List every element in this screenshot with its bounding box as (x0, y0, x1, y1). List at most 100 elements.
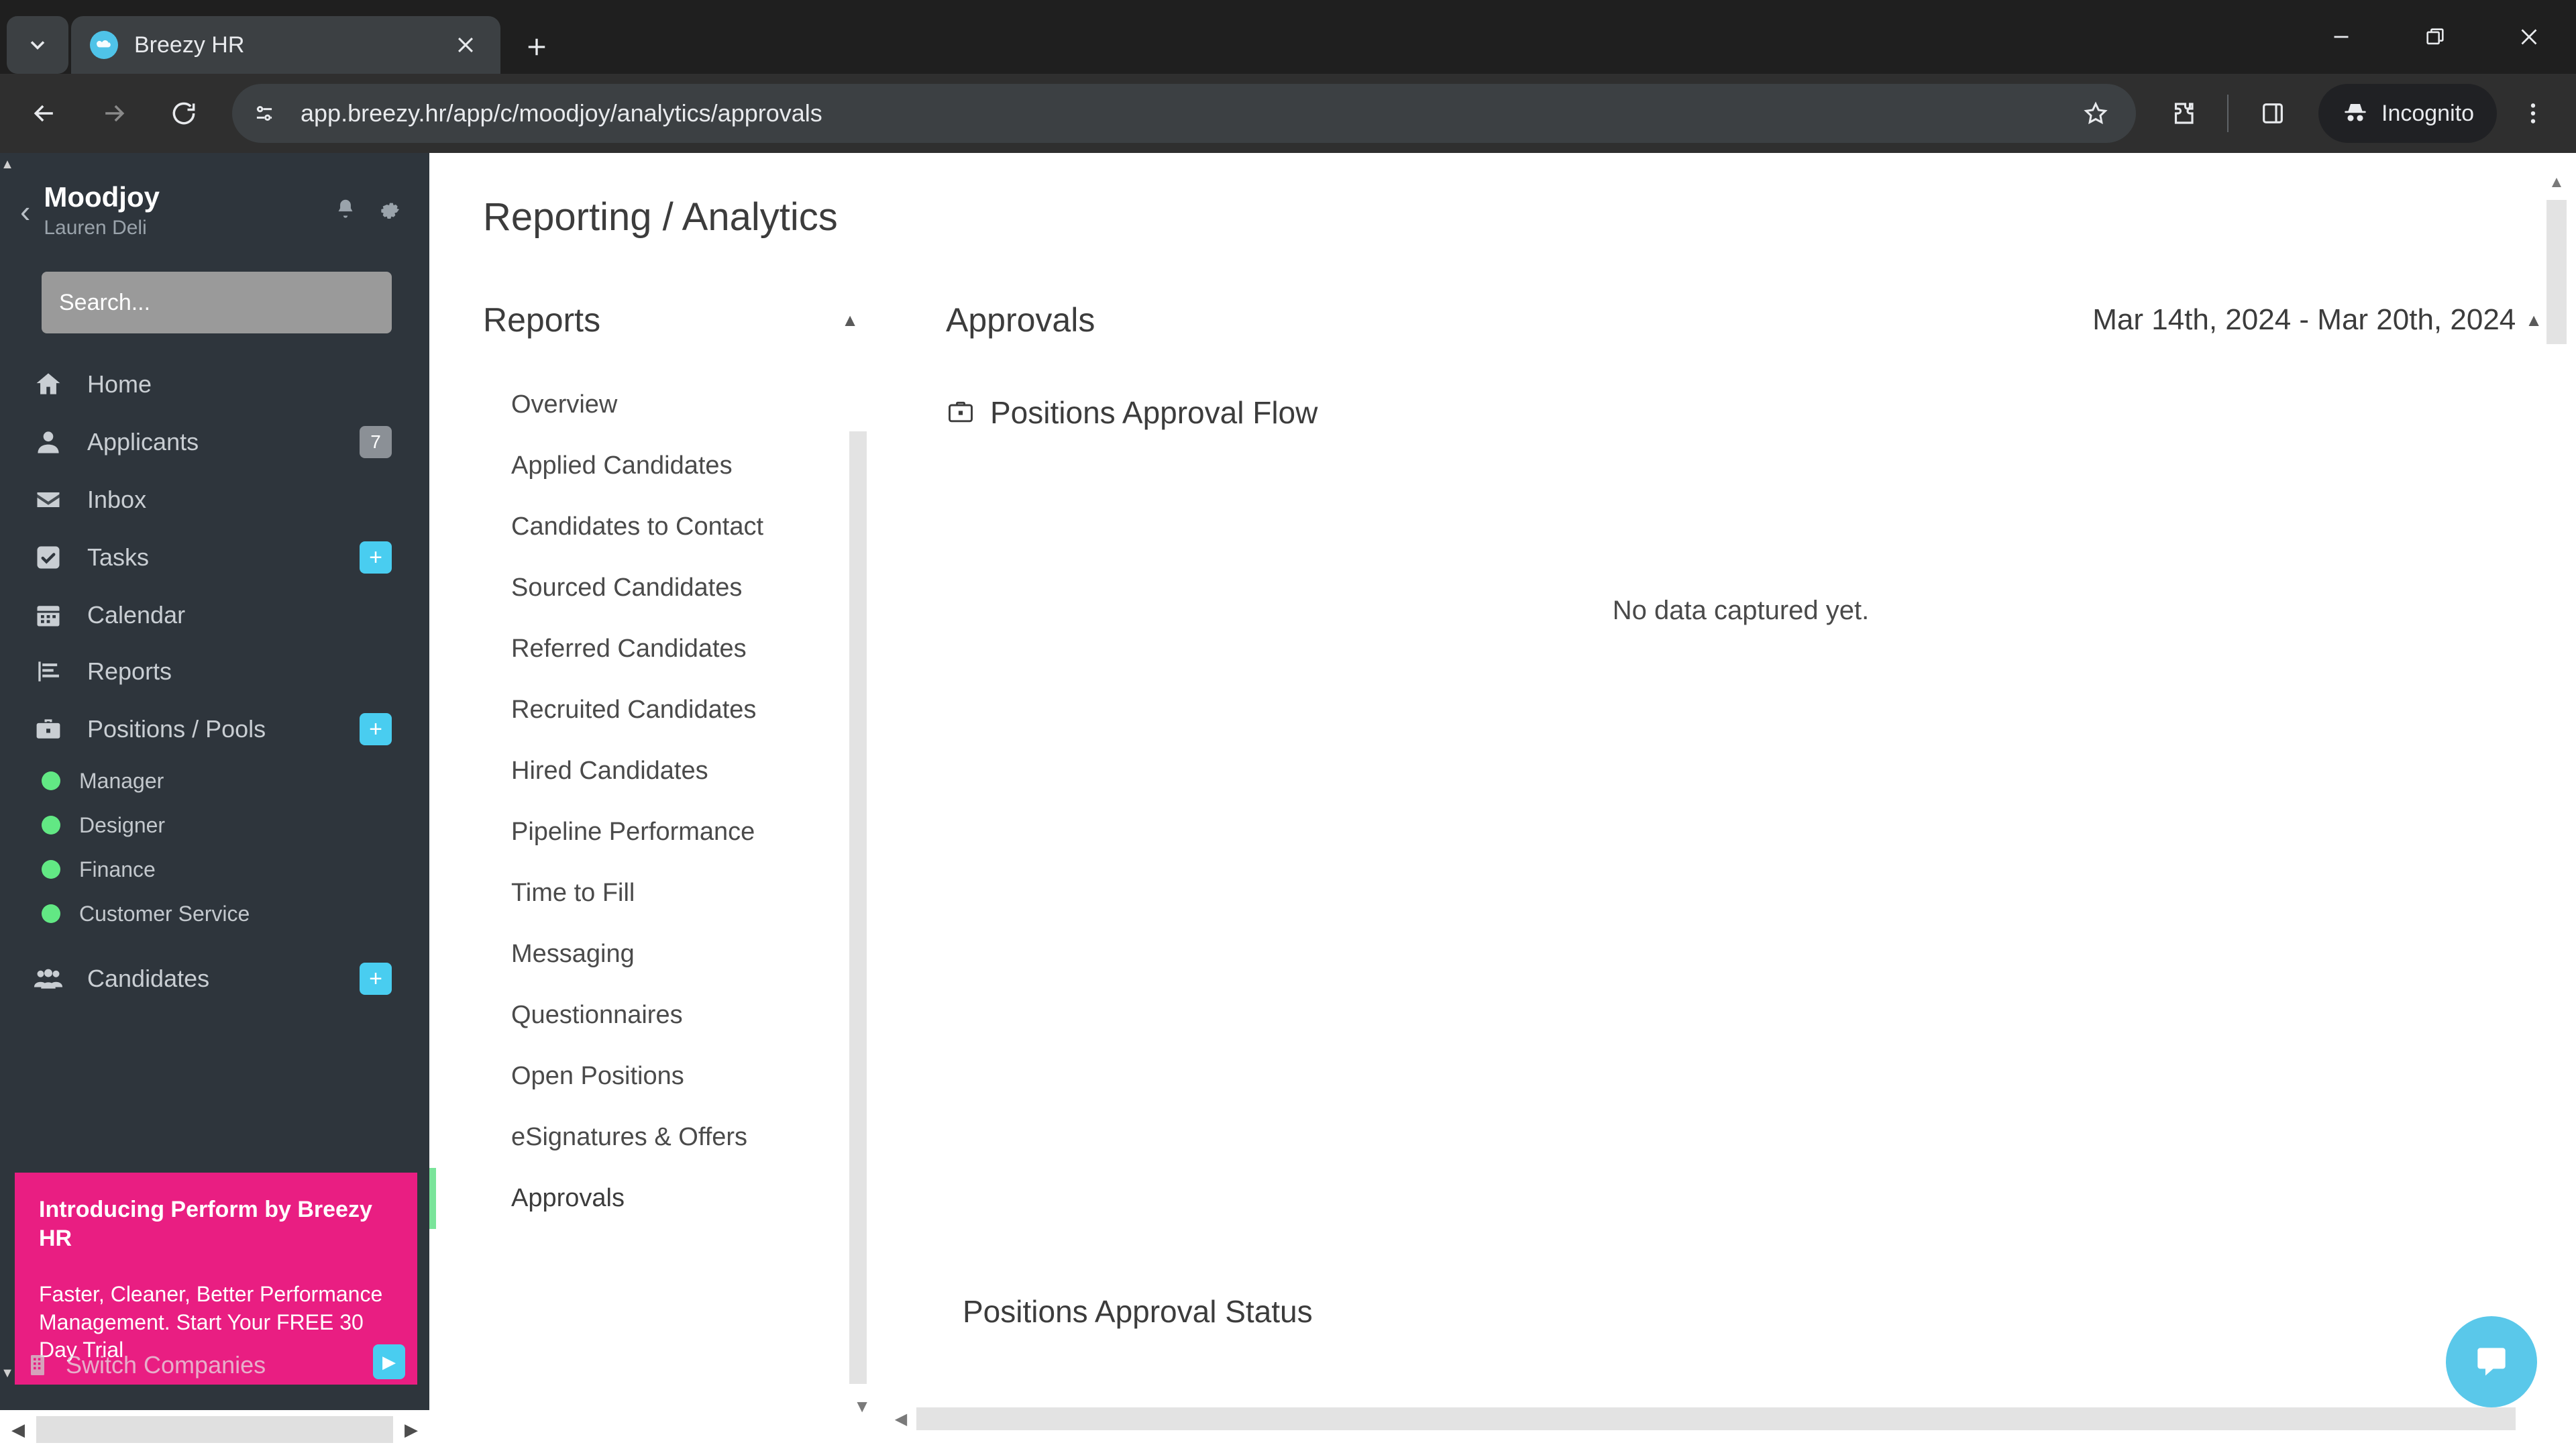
tune-icon[interactable] (240, 89, 288, 138)
sidebar-item-positions-pools[interactable]: Positions / Pools + (0, 700, 429, 759)
company-block[interactable]: Moodjoy Lauren Deli (44, 181, 319, 241)
page-title: Reporting / Analytics (483, 195, 838, 239)
sidebar-item-label: Home (87, 370, 152, 398)
bell-icon[interactable] (333, 197, 358, 225)
star-icon[interactable] (2072, 89, 2120, 138)
browser-menu-button[interactable] (2502, 83, 2564, 144)
position-label: Designer (79, 812, 166, 837)
caret-left-icon[interactable]: ◀ (885, 1409, 916, 1429)
report-item-messaging[interactable]: Messaging (429, 924, 885, 985)
scrollbar-thumb[interactable] (916, 1407, 2516, 1430)
caret-left-icon[interactable]: ◀ (0, 1419, 36, 1440)
promo-banner[interactable]: Introducing Perform by Breezy HR Faster,… (15, 1173, 417, 1385)
new-tab-button[interactable] (510, 20, 564, 74)
reports-scrollbar-thumb[interactable] (849, 431, 867, 1384)
search-input[interactable]: Search... (42, 272, 392, 334)
window-controls (2294, 0, 2576, 74)
status-dot-icon (42, 904, 60, 924)
position-label: Finance (79, 857, 156, 881)
minimize-button[interactable] (2294, 0, 2388, 74)
caret-right-icon[interactable]: ▶ (393, 1419, 429, 1440)
sidebar-item-applicants[interactable]: Applicants 7 (0, 413, 429, 472)
caret-up-icon[interactable]: ▲ (2525, 310, 2542, 331)
caret-up-icon[interactable]: ▲ (0, 153, 15, 176)
add-position-button[interactable]: + (360, 713, 392, 746)
gear-icon[interactable] (376, 196, 402, 226)
sidebar-item-label: Inbox (87, 486, 147, 514)
report-item-hired-candidates[interactable]: Hired Candidates (429, 741, 885, 802)
home-icon (31, 370, 66, 399)
report-item-pipeline-performance[interactable]: Pipeline Performance (429, 802, 885, 863)
switch-companies-arrow-button[interactable]: ▶ (373, 1344, 405, 1379)
sidebar-item-inbox[interactable]: Inbox (0, 472, 429, 528)
main-horizontal-scrollbar[interactable]: ◀ (885, 1403, 2516, 1434)
address-bar[interactable]: app.breezy.hr/app/c/moodjoy/analytics/ap… (232, 84, 2136, 143)
report-item-sourced-candidates[interactable]: Sourced Candidates (429, 557, 885, 619)
sidebar-item-reports[interactable]: Reports (0, 643, 429, 700)
caret-down-icon[interactable]: ▼ (853, 1396, 871, 1417)
sidebar-item-tasks[interactable]: Tasks + (0, 528, 429, 587)
report-item-recruited-candidates[interactable]: Recruited Candidates (429, 680, 885, 741)
user-name: Lauren Deli (44, 217, 147, 239)
browser-window: Breezy HR app.breezy.hr/app/c/moodjoy/an… (0, 0, 2576, 1449)
extensions-button[interactable] (2152, 83, 2214, 144)
forward-arrow-icon (105, 105, 125, 122)
caret-up-icon[interactable]: ▲ (2546, 173, 2567, 192)
sidebar-item-home[interactable]: Home (0, 356, 429, 413)
report-item-esignatures-offers[interactable]: eSignatures & Offers (429, 1107, 885, 1168)
sidebar-vertical-scrollbar[interactable]: ▲ ▼ (0, 153, 15, 1449)
sidebar-horizontal-scrollbar[interactable]: ◀ ▶ (0, 1410, 429, 1449)
report-item-referred-candidates[interactable]: Referred Candidates (429, 619, 885, 680)
report-item-questionnaires[interactable]: Questionnaires (429, 985, 885, 1046)
main-vertical-scrollbar[interactable]: ▲ (2546, 173, 2567, 669)
report-item-applied-candidates[interactable]: Applied Candidates (429, 435, 885, 496)
scrollbar-thumb[interactable] (36, 1416, 393, 1443)
sidebar-position-manager[interactable]: Manager (0, 759, 429, 803)
forward-button[interactable] (82, 81, 146, 146)
report-item-overview[interactable]: Overview (429, 374, 885, 435)
report-item-candidates-to-contact[interactable]: Candidates to Contact (429, 496, 885, 557)
reports-list[interactable]: Overview Applied Candidates Candidates t… (429, 374, 885, 1413)
sidebar-item-candidates[interactable]: Candidates + (0, 949, 429, 1008)
sidebar-position-designer[interactable]: Designer (0, 803, 429, 847)
tab-title: Breezy HR (134, 32, 245, 58)
tab-strip: Breezy HR (0, 0, 2576, 74)
toolbar-divider (2227, 95, 2229, 132)
scrollbar-thumb[interactable] (2546, 200, 2567, 344)
report-item-open-positions[interactable]: Open Positions (429, 1046, 885, 1107)
incognito-indicator[interactable]: Incognito (2318, 84, 2497, 143)
close-window-button[interactable] (2482, 0, 2576, 74)
incognito-hat-icon (2341, 99, 2369, 127)
caret-down-icon[interactable]: ▼ (0, 1362, 15, 1385)
reports-section-header[interactable]: Reports ▲ (483, 301, 859, 339)
status-dot-icon (42, 771, 60, 791)
plus-icon (528, 38, 545, 56)
intercom-chat-button[interactable] (2446, 1316, 2537, 1407)
sidebar-position-customer-service[interactable]: Customer Service (0, 892, 429, 936)
envelope-icon (31, 485, 66, 515)
sidebar-item-label: Reports (87, 657, 172, 686)
sidebar-item-calendar[interactable]: Calendar (0, 587, 429, 643)
app-sidebar: ▲ ▼ ‹ Moodjoy Lauren Deli Search... Home… (0, 153, 429, 1449)
tab-search-button[interactable] (7, 16, 68, 74)
add-candidate-button[interactable]: + (360, 963, 392, 996)
url-text: app.breezy.hr/app/c/moodjoy/analytics/ap… (301, 99, 822, 127)
sidebar-position-finance[interactable]: Finance (0, 847, 429, 892)
tab-close-icon[interactable] (449, 29, 482, 61)
caret-up-icon[interactable]: ▲ (841, 310, 859, 331)
report-item-approvals[interactable]: Approvals (429, 1168, 885, 1229)
chart-title-row: Positions Approval Flow (946, 394, 2536, 431)
page-content: ▲ ▼ ‹ Moodjoy Lauren Deli Search... Home… (0, 153, 2576, 1449)
reload-button[interactable] (152, 81, 216, 146)
sidebar-nav: Home Applicants 7 Inbox Tasks + Calendar… (0, 356, 429, 1008)
side-panel-button[interactable] (2242, 83, 2304, 144)
back-button[interactable] (12, 81, 76, 146)
maximize-button[interactable] (2388, 0, 2482, 74)
browser-tab[interactable]: Breezy HR (71, 16, 500, 74)
checkbox-icon (31, 543, 66, 572)
date-range-value[interactable]: Mar 14th, 2024 - Mar 20th, 2024 (2092, 303, 2516, 337)
back-arrow-icon (34, 105, 53, 122)
add-task-button[interactable]: + (360, 541, 392, 574)
chevron-left-icon[interactable]: ‹ (20, 196, 30, 227)
report-item-time-to-fill[interactable]: Time to Fill (429, 863, 885, 924)
